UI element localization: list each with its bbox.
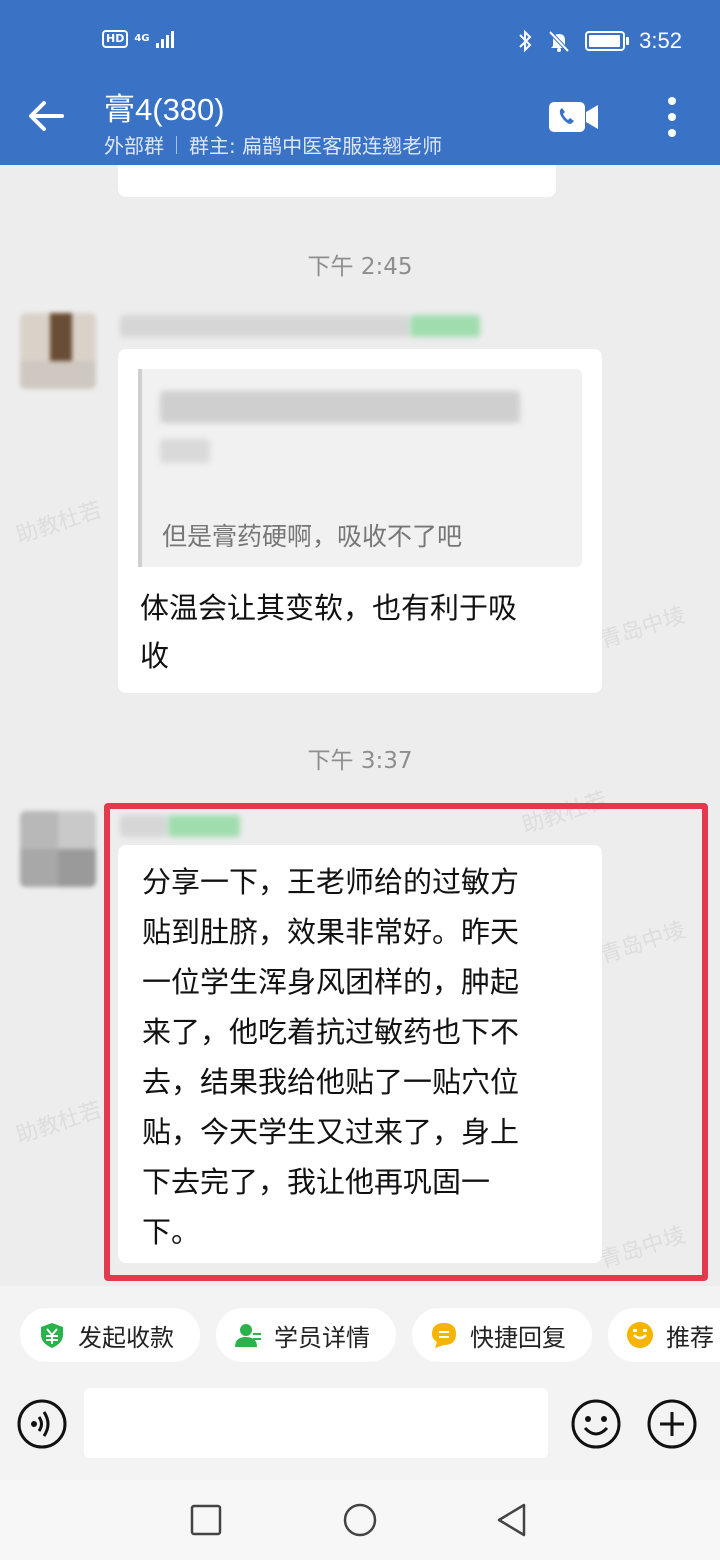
quoted-message[interactable]: 但是膏药硬啊，吸收不了吧 (138, 369, 582, 567)
quick-reply-icon (432, 1323, 456, 1348)
chat-messages[interactable]: 助教杜若 助教杜若 助教杜若 青岛中堎 青岛中堎 青岛中堎 但是膏药硬啊，吸收不… (0, 165, 720, 1285)
highlight-box (104, 803, 708, 1281)
quick-action-student-details[interactable]: 学员详情 (216, 1308, 396, 1362)
chat-header: HD 4G 3:52 膏4(380) 外部群 群主: 扁鹊中医客服连翘老师 (0, 0, 720, 165)
message-text-line: 体温会让其变软，也有利于吸 (140, 591, 518, 625)
watermark: 助教杜若 (13, 497, 105, 549)
quoted-sender-blurred (160, 391, 520, 423)
quick-action-quick-reply[interactable]: 快捷回复 (412, 1308, 592, 1362)
status-time: 3:52 (639, 28, 682, 53)
message-input-bar (0, 1380, 720, 1480)
signal-icon (155, 30, 174, 48)
sender-name-blurred (120, 315, 410, 337)
message-bubble[interactable]: 但是膏药硬啊，吸收不了吧 体温会让其变软，也有利于吸 收 (118, 349, 602, 693)
emoji-icon[interactable] (570, 1398, 622, 1450)
quick-action-recommend[interactable]: 推荐 (608, 1308, 720, 1362)
payment-icon (41, 1323, 63, 1348)
hd-badge: HD (102, 30, 129, 48)
message-input[interactable] (84, 1388, 548, 1458)
timestamp: 下午 3:37 (307, 748, 413, 774)
chip-label: 快捷回复 (470, 1323, 566, 1352)
quick-action-bar: 发起收款 学员详情 快捷回复 推荐 (0, 1286, 720, 1386)
more-menu-icon[interactable] (658, 94, 686, 140)
back-arrow-icon[interactable] (22, 92, 70, 140)
status-left: HD 4G (102, 30, 174, 48)
timestamp: 下午 2:45 (307, 254, 413, 280)
message-bubble-partial: 但是膏药硬啊，吸收不了吧 (118, 165, 556, 197)
status-bar: HD 4G 3:52 (0, 22, 720, 62)
network-label: 4G (134, 33, 150, 44)
group-owner-label: 群主: 扁鹊中医客服连翘老师 (189, 134, 443, 158)
watermark: 青岛中堎 (597, 602, 689, 654)
subtitle-divider (176, 135, 177, 154)
chat-subtitle: 外部群 群主: 扁鹊中医客服连翘老师 (104, 130, 442, 159)
battery-icon (585, 31, 630, 51)
message-text-line: 收 (140, 639, 170, 673)
watermark: 助教杜若 (13, 1097, 105, 1149)
chat-title: 膏4(380) (104, 92, 225, 127)
quote-bar (138, 369, 142, 567)
video-call-icon[interactable] (548, 100, 600, 134)
quoted-meta-blurred (160, 439, 210, 463)
voice-input-icon[interactable] (16, 1398, 68, 1450)
plus-icon[interactable] (646, 1398, 698, 1450)
chip-label: 推荐 (666, 1323, 714, 1352)
group-type-label: 外部群 (104, 134, 164, 158)
message-text: 但是膏药硬啊，吸收不了吧 (142, 165, 490, 175)
recommend-icon (627, 1322, 653, 1348)
system-nav-bar (0, 1480, 720, 1560)
bluetooth-icon (519, 29, 532, 53)
status-right: 3:52 (517, 28, 682, 54)
student-icon (235, 1324, 261, 1347)
mute-bell-icon (548, 30, 570, 53)
chip-label: 学员详情 (274, 1323, 370, 1352)
quick-action-collect-payment[interactable]: 发起收款 (20, 1308, 200, 1362)
back-nav-icon[interactable] (494, 1502, 530, 1538)
avatar[interactable] (20, 313, 96, 389)
recent-apps-icon[interactable] (188, 1502, 224, 1538)
home-icon[interactable] (342, 1502, 378, 1538)
avatar[interactable] (20, 811, 96, 887)
chip-label: 发起收款 (78, 1323, 174, 1352)
sender-tag-blurred (410, 315, 480, 337)
quoted-text: 但是膏药硬啊，吸收不了吧 (162, 522, 463, 551)
